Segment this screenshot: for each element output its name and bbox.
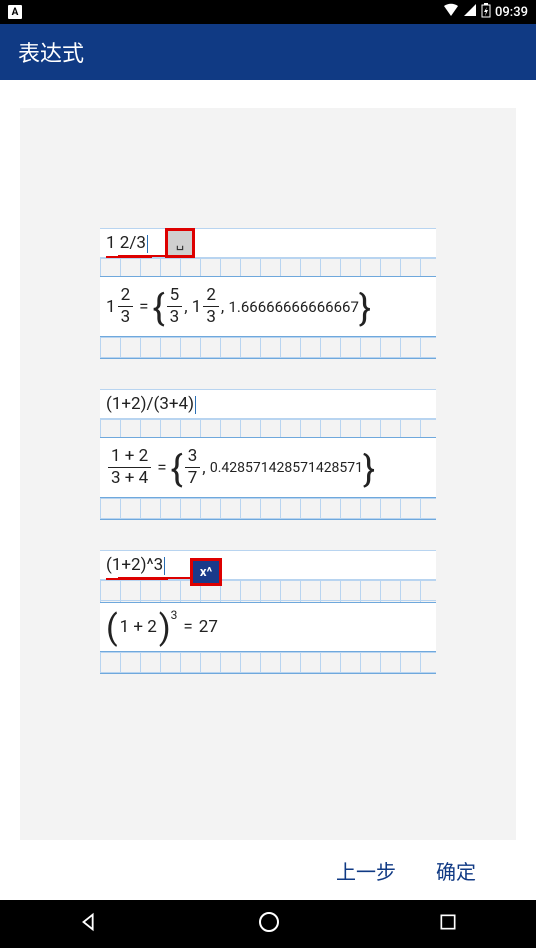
example-fraction-division: (1+2)/(3+4) 1 + 23 + 4 = 37 , 0.42857142… (100, 389, 436, 520)
content-area: 1 2/3 ␣ 1 23 = 53 (0, 80, 536, 900)
result-row: 1 23 = 53 , 1 23 , 1.66666666666667 (100, 276, 436, 337)
input-text: (1+2)/(3+4) (106, 394, 194, 414)
prev-button[interactable]: 上一步 (336, 856, 396, 885)
examples-panel: 1 2/3 ␣ 1 23 = 53 (20, 108, 516, 840)
app-title: 表达式 (18, 36, 84, 68)
example-mixed-fraction: 1 2/3 ␣ 1 23 = 53 (100, 228, 436, 359)
back-icon[interactable] (78, 911, 100, 937)
input-row[interactable]: (1+2)^3 (100, 550, 436, 580)
keyboard-indicator-icon: A (8, 5, 22, 19)
input-row[interactable]: (1+2)/(3+4) (100, 389, 436, 419)
wifi-icon (443, 3, 459, 21)
app-bar: 表达式 (0, 24, 536, 80)
ok-button[interactable]: 确定 (436, 856, 476, 885)
home-icon[interactable] (257, 910, 281, 938)
signal-icon (463, 3, 477, 21)
footer: 上一步 确定 (20, 840, 516, 900)
status-time: 09:39 (495, 5, 528, 20)
exponent-key-icon: x^ (190, 558, 222, 586)
example-exponent: (1+2)^3 x^ ( 1 + 2 ) 3 = 27 (100, 550, 436, 674)
space-key-icon: ␣ (165, 228, 195, 258)
battery-charging-icon (481, 3, 491, 22)
navigation-bar (0, 900, 536, 948)
input-row[interactable]: 1 2/3 (100, 228, 436, 258)
recent-icon[interactable] (438, 912, 458, 936)
input-text: 1 2/3 (106, 233, 146, 253)
result-row: ( 1 + 2 ) 3 = 27 (100, 602, 436, 652)
input-text: (1+2)^3 (106, 555, 163, 575)
status-bar: A 09:39 (0, 0, 536, 24)
result-row: 1 + 23 + 4 = 37 , 0.428571428571428571 (100, 437, 436, 498)
